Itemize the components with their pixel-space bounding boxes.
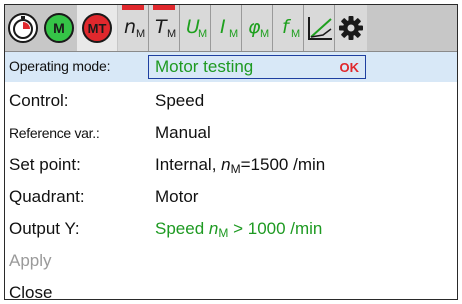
motor-testing-button[interactable]: MT (77, 5, 117, 51)
quadrant-value: Motor (155, 187, 199, 206)
control-row[interactable]: Control: Speed (5, 84, 457, 116)
output-row[interactable]: Output Y: Speed nM > 1000 /min (5, 212, 457, 244)
output-suffix: > 1000 /min (228, 219, 323, 238)
gear-icon (339, 16, 363, 40)
motor-test-menu-window: M MT n M T M U M I M φ M f M Operating m… (4, 4, 458, 300)
setpoint-label: Set point: (9, 155, 81, 174)
status-badge: OK (339, 60, 360, 75)
quadrant-row[interactable]: Quadrant: Motor (5, 180, 457, 212)
control-label: Control: (9, 91, 69, 110)
operating-mode-row[interactable]: Operating mode: Motor testing OK (5, 52, 457, 82)
reference-value: Manual (155, 123, 211, 142)
power-factor-button[interactable]: φ M (242, 5, 273, 51)
setpoint-value: Internal, nM=1500 /min (155, 155, 325, 176)
output-prefix: Speed (155, 219, 209, 238)
torque-button[interactable]: T M (149, 5, 180, 51)
setpoint-symbol: n (221, 155, 231, 174)
operating-mode-field[interactable]: Motor testing OK (148, 55, 366, 79)
reference-row[interactable]: Reference var.: Manual (5, 116, 457, 148)
motor-manual-icon: M (44, 13, 74, 43)
close-button[interactable]: Close (9, 283, 52, 299)
frequency-button[interactable]: f M (273, 5, 304, 51)
reference-label: Reference var.: (9, 125, 100, 141)
output-subscript: M (218, 226, 229, 240)
close-row[interactable]: Close (5, 276, 457, 299)
current-button[interactable]: I M (211, 5, 242, 51)
quadrant-label: Quadrant: (9, 187, 85, 206)
setpoint-prefix: Internal, (155, 155, 222, 174)
apply-row[interactable]: Apply (5, 244, 457, 276)
output-value: Speed nM > 1000 /min (155, 219, 322, 240)
setpoint-suffix: =1500 /min (240, 155, 326, 174)
motor-testing-icon: MT (82, 13, 112, 43)
stopwatch-icon (8, 13, 38, 43)
stopwatch-button[interactable] (5, 5, 41, 51)
chart-icon (308, 17, 332, 40)
settings-button[interactable] (335, 5, 367, 51)
setpoint-row[interactable]: Set point: Internal, nM=1500 /min (5, 148, 457, 180)
apply-button[interactable]: Apply (9, 251, 52, 271)
motor-manual-button[interactable]: M (41, 5, 77, 51)
speed-button[interactable]: n M (118, 5, 149, 51)
toolbar: M MT n M T M U M I M φ M f M (5, 5, 457, 52)
chart-button[interactable] (304, 5, 335, 51)
voltage-button[interactable]: U M (180, 5, 211, 51)
output-symbol: n (208, 219, 219, 238)
output-label: Output Y: (9, 219, 80, 238)
operating-mode-label: Operating mode: (9, 58, 111, 74)
control-value: Speed (155, 91, 205, 110)
setpoint-subscript: M (230, 162, 241, 176)
operating-mode-value: Motor testing (155, 57, 254, 76)
